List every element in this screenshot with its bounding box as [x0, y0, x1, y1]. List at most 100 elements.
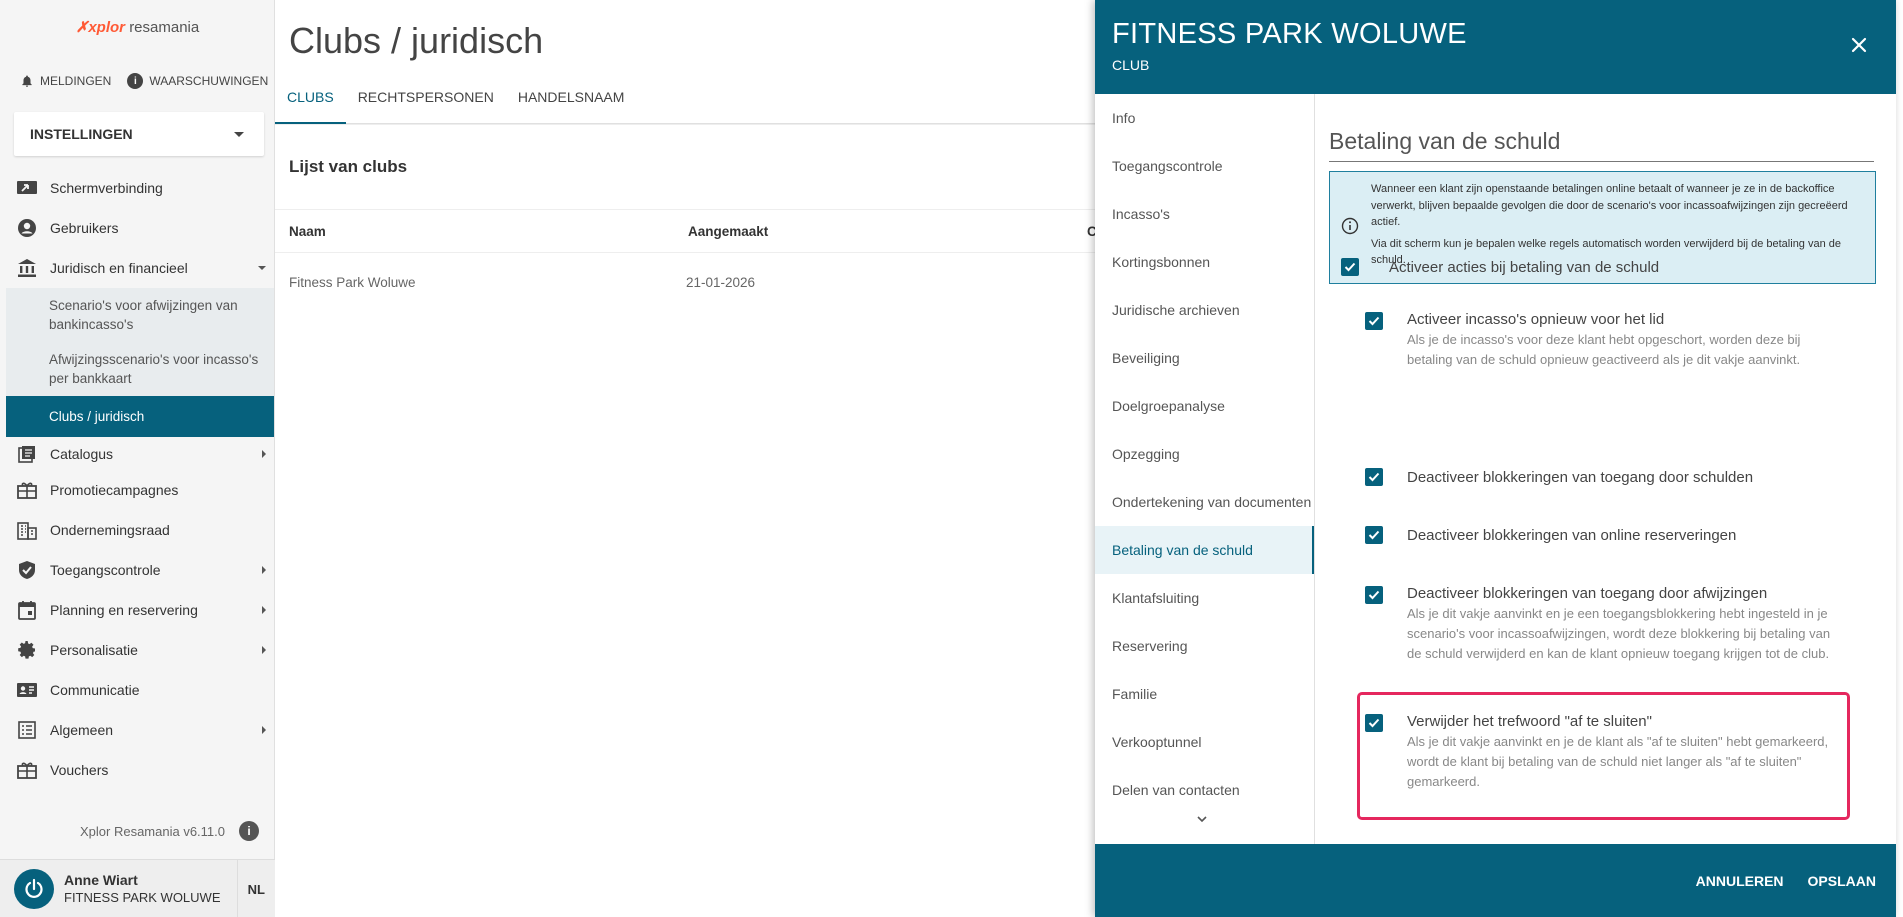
- drawer-nav-klantafsluiting[interactable]: Klantafsluiting: [1095, 574, 1314, 622]
- check-icon: [1368, 316, 1380, 326]
- settings-dropdown-label: INSTELLINGEN: [30, 126, 133, 142]
- shield-check-icon: [16, 559, 38, 581]
- sidebar-item-schermverbinding[interactable]: Schermverbinding: [6, 168, 274, 208]
- drawer-nav-delen-van-contacten[interactable]: Delen van contacten: [1095, 766, 1314, 814]
- sidebar-item-toegangscontrole[interactable]: Toegangscontrole: [6, 550, 274, 590]
- column-header-naam[interactable]: Naam: [289, 210, 326, 254]
- app-logo: ✗xplor resamania: [0, 18, 275, 36]
- drawer-nav: Info Toegangscontrole Incasso's Kortings…: [1095, 94, 1315, 844]
- sidebar: ✗xplor resamania MELDINGEN i WAARSCHUWIN…: [0, 0, 275, 917]
- option-label: Deactiveer blokkeringen van toegang door…: [1407, 585, 1768, 602]
- drawer-nav-juridische-archieven[interactable]: Juridische archieven: [1095, 286, 1314, 334]
- info-icon: i: [127, 73, 144, 89]
- tab-rechtspersonen[interactable]: RECHTSPERSONEN: [346, 78, 506, 124]
- close-icon[interactable]: [1848, 34, 1870, 56]
- option-label: Deactiveer blokkeringen van online reser…: [1407, 527, 1737, 544]
- sidebar-item-label: Ondernemingsraad: [50, 522, 170, 538]
- sidebar-item-gebruikers[interactable]: Gebruikers: [6, 208, 274, 248]
- drawer-nav-info[interactable]: Info: [1095, 94, 1314, 142]
- power-icon: [25, 878, 43, 898]
- clubs-list-card: Lijst van clubs Naam Aangemaakt C Fitnes…: [275, 124, 1097, 917]
- drawer-nav-beveiliging[interactable]: Beveiliging: [1095, 334, 1314, 382]
- gift-icon: [16, 759, 38, 781]
- notifications-button[interactable]: MELDINGEN: [20, 74, 111, 88]
- cancel-button[interactable]: ANNULEREN: [1696, 873, 1784, 889]
- checkbox[interactable]: [1365, 526, 1383, 544]
- drawer-subtitle: CLUB: [1112, 57, 1150, 73]
- cell-name: Fitness Park Woluwe: [289, 275, 416, 290]
- tab-clubs[interactable]: CLUBS: [275, 78, 346, 124]
- sidebar-item-promotiecampagnes[interactable]: Promotiecampagnes: [6, 470, 274, 510]
- sidebar-item-label: Planning en reservering: [50, 602, 198, 618]
- sidebar-item-planning-en-reservering[interactable]: Planning en reservering: [6, 590, 274, 630]
- option-activeer-incassos: Activeer incasso's opnieuw voor het lid …: [1365, 310, 1837, 370]
- drawer-nav-verkooptunnel[interactable]: Verkooptunnel: [1095, 718, 1314, 766]
- warnings-button[interactable]: i WAARSCHUWINGEN: [127, 73, 268, 89]
- chevron-down-icon[interactable]: [1195, 812, 1209, 826]
- drawer-nav-betaling-van-de-schuld[interactable]: Betaling van de schuld: [1095, 526, 1314, 574]
- page-title: Clubs / juridisch: [289, 20, 544, 61]
- drawer-nav-familie[interactable]: Familie: [1095, 670, 1314, 718]
- drawer-nav-toegangscontrole[interactable]: Toegangscontrole: [1095, 142, 1314, 190]
- gift-icon: [16, 479, 38, 501]
- checkbox[interactable]: [1365, 312, 1383, 330]
- catalog-icon: [16, 443, 38, 465]
- highlight-annotation: [1357, 692, 1850, 820]
- sidebar-subitem-scenarios-bankkaart[interactable]: Afwijzingsscenario's voor incasso's per …: [6, 342, 274, 396]
- checkbox[interactable]: [1365, 468, 1383, 486]
- drawer-nav-ondertekening[interactable]: Ondertekening van documenten: [1095, 478, 1314, 526]
- building-icon: [16, 519, 38, 541]
- user-club: FITNESS PARK WOLUWE: [64, 890, 221, 905]
- sidebar-item-juridisch-en-financieel[interactable]: Juridisch en financieel: [6, 248, 274, 288]
- table-header: Naam Aangemaakt C: [275, 209, 1097, 254]
- sidebar-item-algemeen[interactable]: Algemeen: [6, 710, 274, 750]
- user-info: Anne Wiart FITNESS PARK WOLUWE: [64, 872, 221, 905]
- drawer-nav-reservering[interactable]: Reservering: [1095, 622, 1314, 670]
- checkbox[interactable]: [1365, 586, 1383, 604]
- drawer-footer: ANNULEREN OPSLAAN: [1095, 844, 1896, 917]
- table-row[interactable]: Fitness Park Woluwe 21-01-2026: [275, 253, 1095, 313]
- save-button[interactable]: OPSLAAN: [1808, 873, 1876, 889]
- contact-card-icon: [16, 679, 38, 701]
- sidebar-subitem-clubs-juridisch[interactable]: Clubs / juridisch: [6, 396, 274, 437]
- calendar-icon: [16, 599, 38, 621]
- sidebar-item-catalogus[interactable]: Catalogus: [6, 437, 274, 470]
- user-name: Anne Wiart: [64, 872, 138, 888]
- sidebar-subgroup: Scenario's voor afwijzingen van bankinca…: [6, 288, 274, 437]
- account-circle-icon: [16, 217, 38, 239]
- drawer-header: FITNESS PARK WOLUWE CLUB: [1095, 0, 1896, 94]
- sidebar-item-communicatie[interactable]: Communicatie: [6, 670, 274, 710]
- option-label: Activeer acties bij betaling van de schu…: [1389, 259, 1660, 276]
- option-description: Als je de incasso's voor deze klant hebt…: [1407, 332, 1801, 367]
- column-header-aangemaakt[interactable]: Aangemaakt: [688, 210, 768, 254]
- sidebar-item-vouchers[interactable]: Vouchers: [6, 750, 274, 790]
- tab-handelsnaam[interactable]: HANDELSNAAM: [506, 78, 637, 124]
- sidebar-item-personalisatie[interactable]: Personalisatie: [6, 630, 274, 670]
- drawer-nav-doelgroepanalyse[interactable]: Doelgroepanalyse: [1095, 382, 1314, 430]
- logout-button[interactable]: [14, 868, 54, 909]
- option-label: Activeer incasso's opnieuw voor het lid: [1407, 311, 1665, 328]
- caret-right-icon: [262, 646, 266, 654]
- version-label: Xplor Resamania v6.11.0: [80, 823, 226, 839]
- sidebar-item-label: Communicatie: [50, 682, 140, 698]
- caret-right-icon: [262, 449, 266, 458]
- language-switch[interactable]: NL: [236, 860, 265, 917]
- drawer-nav-kortingsbonnen[interactable]: Kortingsbonnen: [1095, 238, 1314, 286]
- list-title: Lijst van clubs: [289, 157, 408, 176]
- notifications-label: MELDINGEN: [40, 74, 112, 88]
- option-deactiveer-afwijzingen: Deactiveer blokkeringen van toegang door…: [1365, 584, 1837, 664]
- drawer-nav-incassos[interactable]: Incasso's: [1095, 190, 1314, 238]
- sidebar-subitem-scenarios-bankincasso[interactable]: Scenario's voor afwijzingen van bankinca…: [6, 288, 274, 342]
- drawer-nav-opzegging[interactable]: Opzegging: [1095, 430, 1314, 478]
- caret-down-icon: [234, 131, 244, 137]
- checkbox[interactable]: [1341, 258, 1359, 276]
- sidebar-item-ondernemingsraad[interactable]: Ondernemingsraad: [6, 510, 274, 550]
- sidebar-item-label: Juridisch en financieel: [50, 260, 188, 276]
- settings-dropdown[interactable]: INSTELLINGEN: [14, 112, 264, 156]
- sidebar-item-label: Vouchers: [50, 762, 109, 778]
- caret-right-icon: [262, 566, 266, 574]
- option-description: Als je dit vakje aanvinkt en je een toeg…: [1407, 606, 1831, 661]
- notification-row: MELDINGEN i WAARSCHUWINGEN: [20, 70, 268, 92]
- option-activeer-acties: Activeer acties bij betaling van de schu…: [1341, 258, 1659, 278]
- info-icon[interactable]: i: [239, 821, 260, 841]
